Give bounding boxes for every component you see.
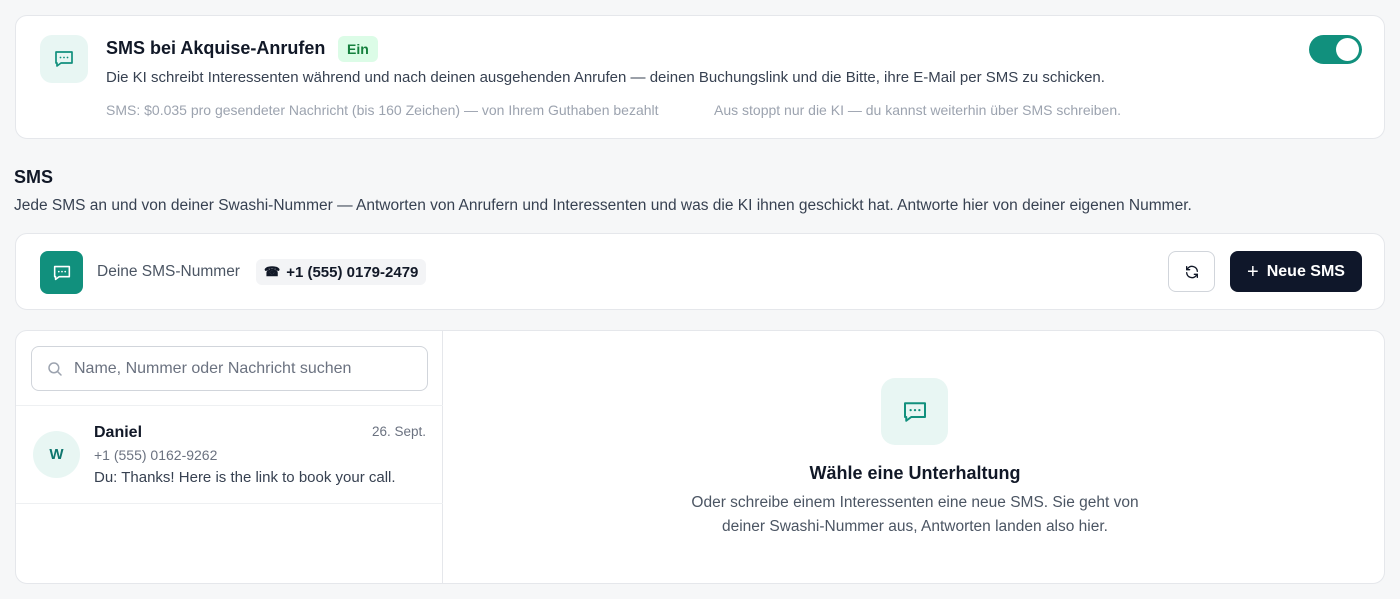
sms-number-chip: ☎ +1 (555) 0179-2479	[256, 259, 427, 285]
status-badge: Ein	[338, 36, 378, 62]
conversation-phone: +1 (555) 0162-9262	[94, 447, 218, 463]
chat-bubble-icon	[881, 378, 948, 445]
search-icon	[48, 362, 62, 376]
new-sms-button[interactable]: + Neue SMS	[1230, 251, 1362, 292]
sms-number-value: +1 (555) 0179-2479	[286, 263, 419, 281]
chat-bubble-icon	[40, 35, 88, 83]
auto-sms-description: Die KI schreibt Interessenten während un…	[106, 69, 1105, 86]
auto-sms-toggle[interactable]	[1309, 35, 1362, 64]
conversation-list: W Daniel 26. Sept. +1 (555) 0162-9262 Du…	[16, 331, 443, 583]
section-description: Jede SMS an und von deiner Swashi-Nummer…	[14, 197, 1192, 214]
sms-number-bar: Deine SMS-Nummer ☎ +1 (555) 0179-2479 + …	[15, 233, 1385, 310]
phone-icon: ☎	[264, 264, 281, 279]
conversation-date: 26. Sept.	[371, 424, 426, 439]
chat-bubble-icon	[40, 251, 83, 294]
toggle-knob	[1336, 38, 1359, 61]
refresh-button[interactable]	[1168, 251, 1215, 292]
refresh-icon	[1185, 265, 1198, 278]
search-input[interactable]	[74, 347, 414, 390]
plus-icon: +	[1247, 260, 1259, 283]
conversation-name: Daniel	[94, 424, 143, 441]
auto-sms-card: SMS bei Akquise-Anrufen Ein Die KI schre…	[15, 15, 1385, 139]
new-sms-label: Neue SMS	[1266, 262, 1345, 280]
section-title: SMS	[14, 167, 54, 187]
empty-state-title: Wähle eine Unterhaltung	[809, 463, 1021, 483]
auto-sms-cost-note: SMS: $0.035 pro gesendeter Nachricht (bi…	[106, 102, 659, 118]
conversation-preview: Du: Thanks! Here is the link to book you…	[94, 469, 396, 486]
empty-state: Wähle eine Unterhaltung Oder schreibe ei…	[444, 331, 1384, 583]
empty-state-description: Oder schreibe einem Interessenten eine n…	[691, 494, 1139, 535]
inbox-panel: W Daniel 26. Sept. +1 (555) 0162-9262 Du…	[15, 330, 1385, 584]
auto-sms-off-note: Aus stoppt nur die KI — du kannst weiter…	[714, 102, 1121, 118]
search-box[interactable]	[31, 346, 428, 391]
sms-number-label: Deine SMS-Nummer	[97, 263, 240, 280]
conversation-item[interactable]: W Daniel 26. Sept. +1 (555) 0162-9262 Du…	[16, 406, 443, 504]
auto-sms-title: SMS bei Akquise-Anrufen	[106, 38, 326, 58]
avatar: W	[33, 431, 80, 478]
